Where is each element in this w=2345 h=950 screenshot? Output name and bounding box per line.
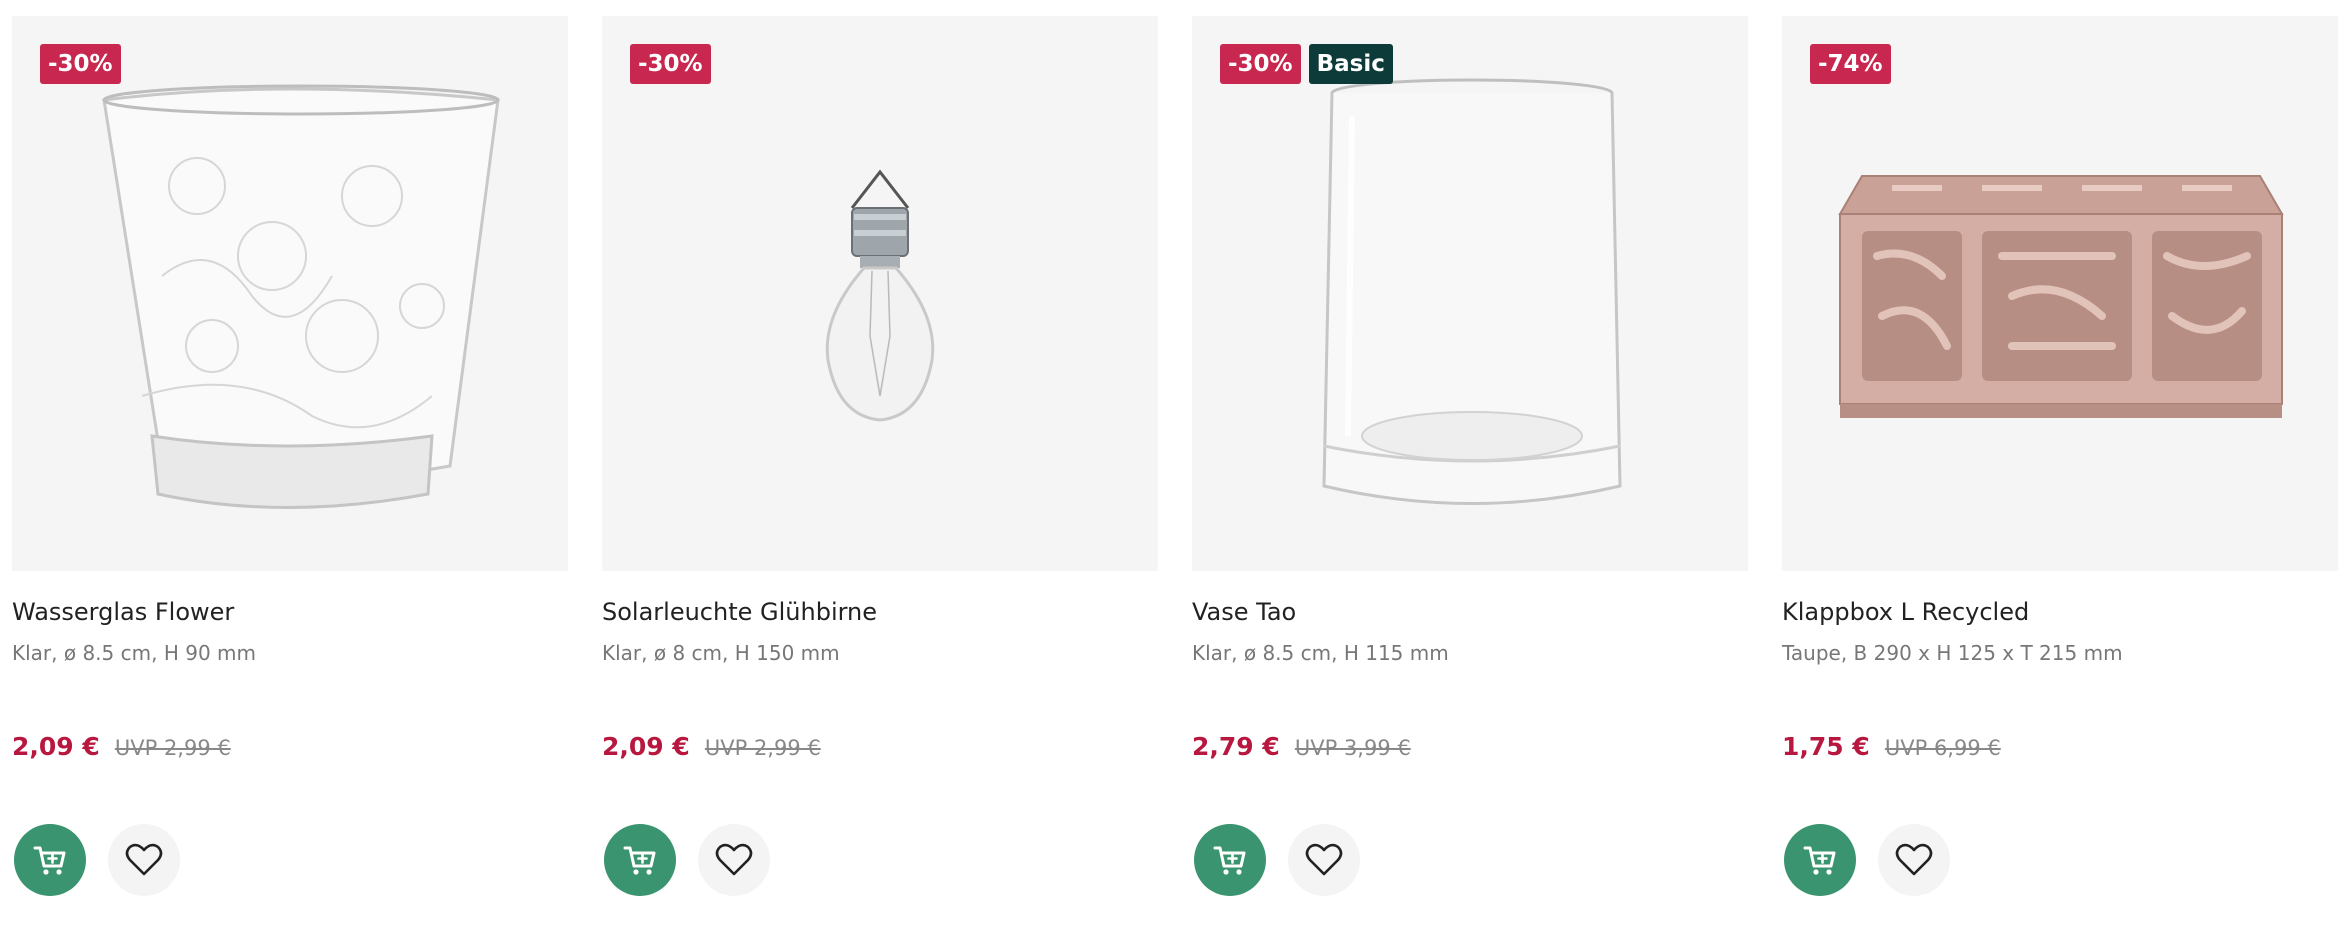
cart-plus-icon bbox=[623, 846, 656, 875]
cart-plus-icon bbox=[1213, 846, 1246, 875]
uvp-price: UVP 3,99 € bbox=[1294, 736, 1411, 760]
product-card[interactable]: -30% Basic Vase Tao Klar, ø 8.5 cm, H 11… bbox=[1192, 16, 1748, 936]
price: 2,09 € bbox=[602, 732, 690, 761]
heart-icon bbox=[715, 843, 753, 876]
uvp-price: UVP 2,99 € bbox=[114, 736, 231, 760]
price-row: 2,09 € UVP 2,99 € bbox=[602, 732, 821, 761]
uvp-price: UVP 2,99 € bbox=[704, 736, 821, 760]
product-card[interactable]: -30% Wasserglas Flower Klar, ø 8.5 cm, H… bbox=[12, 16, 568, 936]
price-row: 1,75 € UVP 6,99 € bbox=[1782, 732, 2001, 761]
product-image[interactable]: -74% bbox=[1782, 16, 2338, 571]
product-grid: -30% Wasserglas Flower Klar, ø 8.5 cm, H… bbox=[0, 0, 2345, 950]
wishlist-button[interactable] bbox=[1288, 824, 1360, 896]
product-title[interactable]: Vase Tao bbox=[1192, 598, 1296, 626]
wishlist-button[interactable] bbox=[698, 824, 770, 896]
product-title[interactable]: Solarleuchte Glühbirne bbox=[602, 598, 877, 626]
price-row: 2,09 € UVP 2,99 € bbox=[12, 732, 231, 761]
product-image[interactable]: -30% bbox=[12, 16, 568, 571]
uvp-price: UVP 6,99 € bbox=[1884, 736, 2001, 760]
product-title[interactable]: Klappbox L Recycled bbox=[1782, 598, 2029, 626]
price-row: 2,79 € UVP 3,99 € bbox=[1192, 732, 1411, 761]
heart-icon bbox=[1305, 843, 1343, 876]
heart-icon bbox=[1895, 843, 1933, 876]
product-description: Klar, ø 8 cm, H 150 mm bbox=[602, 641, 840, 665]
crate-image bbox=[1838, 175, 2284, 418]
add-to-cart-button[interactable] bbox=[1784, 824, 1856, 896]
glass-image bbox=[102, 84, 500, 509]
discount-badge: -30% bbox=[1220, 44, 1301, 84]
price: 2,09 € bbox=[12, 732, 100, 761]
cart-plus-icon bbox=[1803, 846, 1836, 875]
discount-badge: -74% bbox=[1810, 44, 1891, 84]
product-description: Klar, ø 8.5 cm, H 115 mm bbox=[1192, 641, 1449, 665]
product-image[interactable]: -30% bbox=[602, 16, 1158, 571]
heart-icon bbox=[125, 843, 163, 876]
vase-image bbox=[1322, 78, 1622, 505]
cart-plus-icon bbox=[33, 846, 66, 875]
price: 1,75 € bbox=[1782, 732, 1870, 761]
discount-badge: -30% bbox=[40, 44, 121, 84]
product-description: Taupe, B 290 x H 125 x T 215 mm bbox=[1782, 641, 2123, 665]
add-to-cart-button[interactable] bbox=[1194, 824, 1266, 896]
price: 2,79 € bbox=[1192, 732, 1280, 761]
product-card[interactable]: -30% Solarleuchte Glühbirne Klar, ø 8 cm… bbox=[602, 16, 1158, 936]
wishlist-button[interactable] bbox=[1878, 824, 1950, 896]
add-to-cart-button[interactable] bbox=[14, 824, 86, 896]
add-to-cart-button[interactable] bbox=[604, 824, 676, 896]
product-card[interactable]: -74% Klappbox L Recycled Taupe, B 290 x … bbox=[1782, 16, 2338, 936]
product-image[interactable]: -30% Basic bbox=[1192, 16, 1748, 571]
product-description: Klar, ø 8.5 cm, H 90 mm bbox=[12, 641, 256, 665]
discount-badge: -30% bbox=[630, 44, 711, 84]
basic-badge: Basic bbox=[1308, 44, 1393, 84]
product-title[interactable]: Wasserglas Flower bbox=[12, 598, 234, 626]
wishlist-button[interactable] bbox=[108, 824, 180, 896]
bulb-image bbox=[825, 169, 935, 422]
